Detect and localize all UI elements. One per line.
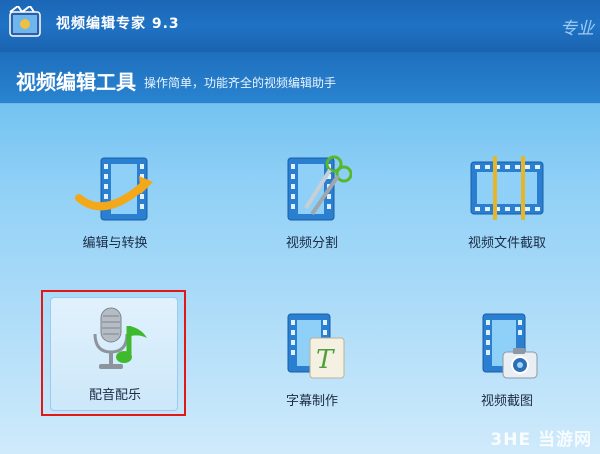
section-header: 视频编辑工具 操作简单，功能齐全的视频编辑助手 — [0, 52, 600, 104]
section-subtitle: 操作简单，功能齐全的视频编辑助手 — [144, 76, 337, 90]
tool-label: 视频截图 — [480, 394, 533, 409]
watermark: 3HE 当游网 — [490, 430, 592, 450]
svg-text:T: T — [316, 345, 335, 375]
tool-video-screenshot[interactable]: 视频截图 — [443, 312, 571, 422]
tool-label: 字幕制作 — [285, 394, 338, 409]
film-arrow-icon — [75, 154, 155, 226]
app-logo-icon — [8, 4, 42, 40]
film-crop-icon — [467, 154, 547, 226]
selection-highlight-box — [41, 290, 186, 416]
film-scissors-icon — [272, 154, 353, 226]
title-bar: 视频编辑专家 9.3 专业 — [0, 0, 600, 52]
film-subtitle-icon: T — [272, 312, 352, 384]
tool-video-crop[interactable]: 视频文件截取 — [443, 154, 571, 264]
tool-subtitle[interactable]: T 字幕制作 — [248, 312, 376, 422]
tool-edit-convert[interactable]: 编辑与转换 — [51, 154, 179, 264]
tool-label: 视频分割 — [285, 236, 338, 251]
film-camera-icon — [467, 312, 547, 384]
tool-video-split[interactable]: 视频分割 — [248, 154, 376, 264]
brand-tag: 专业 — [560, 19, 594, 39]
tool-label: 编辑与转换 — [82, 236, 148, 251]
section-title: 视频编辑工具 — [16, 70, 136, 94]
app-title: 视频编辑专家 9.3 — [56, 16, 180, 32]
tool-label: 视频文件截取 — [467, 236, 546, 251]
